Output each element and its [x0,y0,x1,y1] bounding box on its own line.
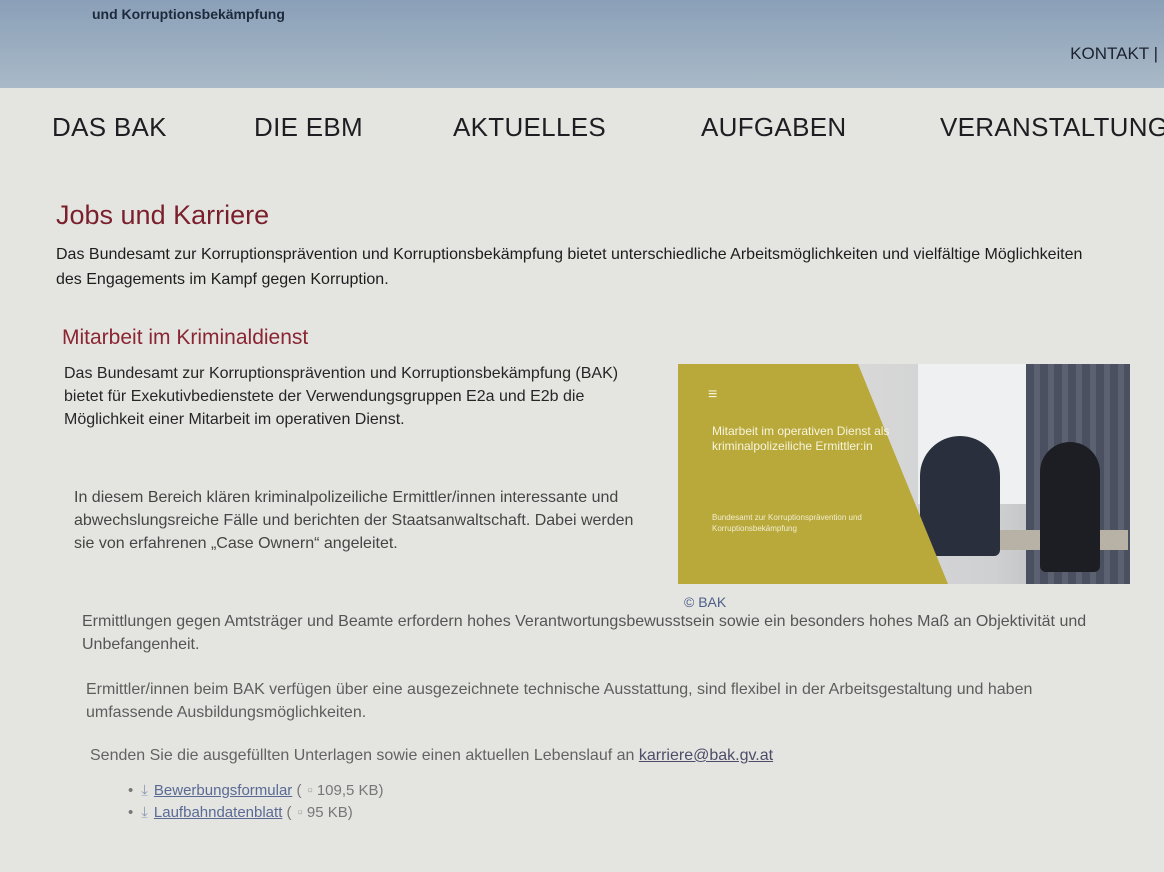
paragraph-3: Ermittlungen gegen Amtsträger und Beamte… [82,613,1087,653]
file-icon: ▫ [307,782,313,799]
nav-item-die-ebm[interactable]: DIE EBM [254,112,363,143]
list-item: • ⤓ Laufbahndatenblatt (▫ 95 KB) [128,802,384,824]
download-list: • ⤓ Bewerbungsformular (▫ 109,5 KB) • ⤓ Laufb… [128,780,384,824]
kontakt-link[interactable]: KONTAKT | [1070,44,1158,64]
image-credit: © BAK [684,594,727,610]
image-overlay-subtitle: Bundesamt zur Korruptionsprävention und … [712,513,862,533]
file-icon: ▫ [297,804,303,821]
email-link[interactable]: karriere@bak.gv.at [639,747,773,764]
file-size: (▫ 109,5 KB) [296,782,384,799]
section-title: Mitarbeit im Kriminaldienst [62,326,309,349]
image-person [920,436,1000,556]
nav-item-aufgaben[interactable]: AUFGABEN [701,112,846,143]
paragraph-4: Ermittler/innen beim BAK verfügen über e… [86,681,1033,721]
bullet-icon: • [128,782,134,799]
paragraph-5: Senden Sie die ausgefüllten Unterlagen s… [90,744,1090,767]
paragraph-5-text: Senden Sie die ausgefüllten Unterlagen s… [90,747,635,764]
nav-item-aktuelles[interactable]: AKTUELLES [453,112,606,143]
paragraph-1: Das Bundesamt zur Korruptionsprävention … [64,365,619,428]
paragraph-2: In diesem Bereich klären kriminalpolizei… [74,489,634,552]
intro-text: Das Bundesamt zur Korruptionsprävention … [56,246,1083,288]
image-overlay [678,364,948,584]
page-title: Jobs und Karriere [56,200,270,230]
download-link[interactable]: Bewerbungsformular [154,782,292,799]
main-nav: DAS BAK DIE EBM AKTUELLES AUFGABEN VERAN… [52,112,1164,146]
org-name: und Korruptionsbekämpfung [92,6,285,22]
file-size: (▫ 95 KB) [286,804,353,821]
download-icon: ⤓ [141,804,148,821]
header-bar: und Korruptionsbekämpfung KONTAKT | [0,0,1164,88]
download-link[interactable]: Laufbahndatenblatt [154,804,282,821]
career-image: ≡ Mitarbeit im operativen Dienst als kri… [678,364,1130,584]
download-icon: ⤓ [141,782,148,799]
nav-item-das-bak[interactable]: DAS BAK [52,112,167,143]
bullet-icon: • [128,804,134,821]
image-person [1040,442,1100,572]
list-item: • ⤓ Bewerbungsformular (▫ 109,5 KB) [128,780,384,802]
image-overlay-title: Mitarbeit im operativen Dienst als krimi… [712,424,890,453]
menu-icon: ≡ [708,386,718,403]
nav-item-veranstaltungen[interactable]: VERANSTALTUNG [940,112,1164,143]
